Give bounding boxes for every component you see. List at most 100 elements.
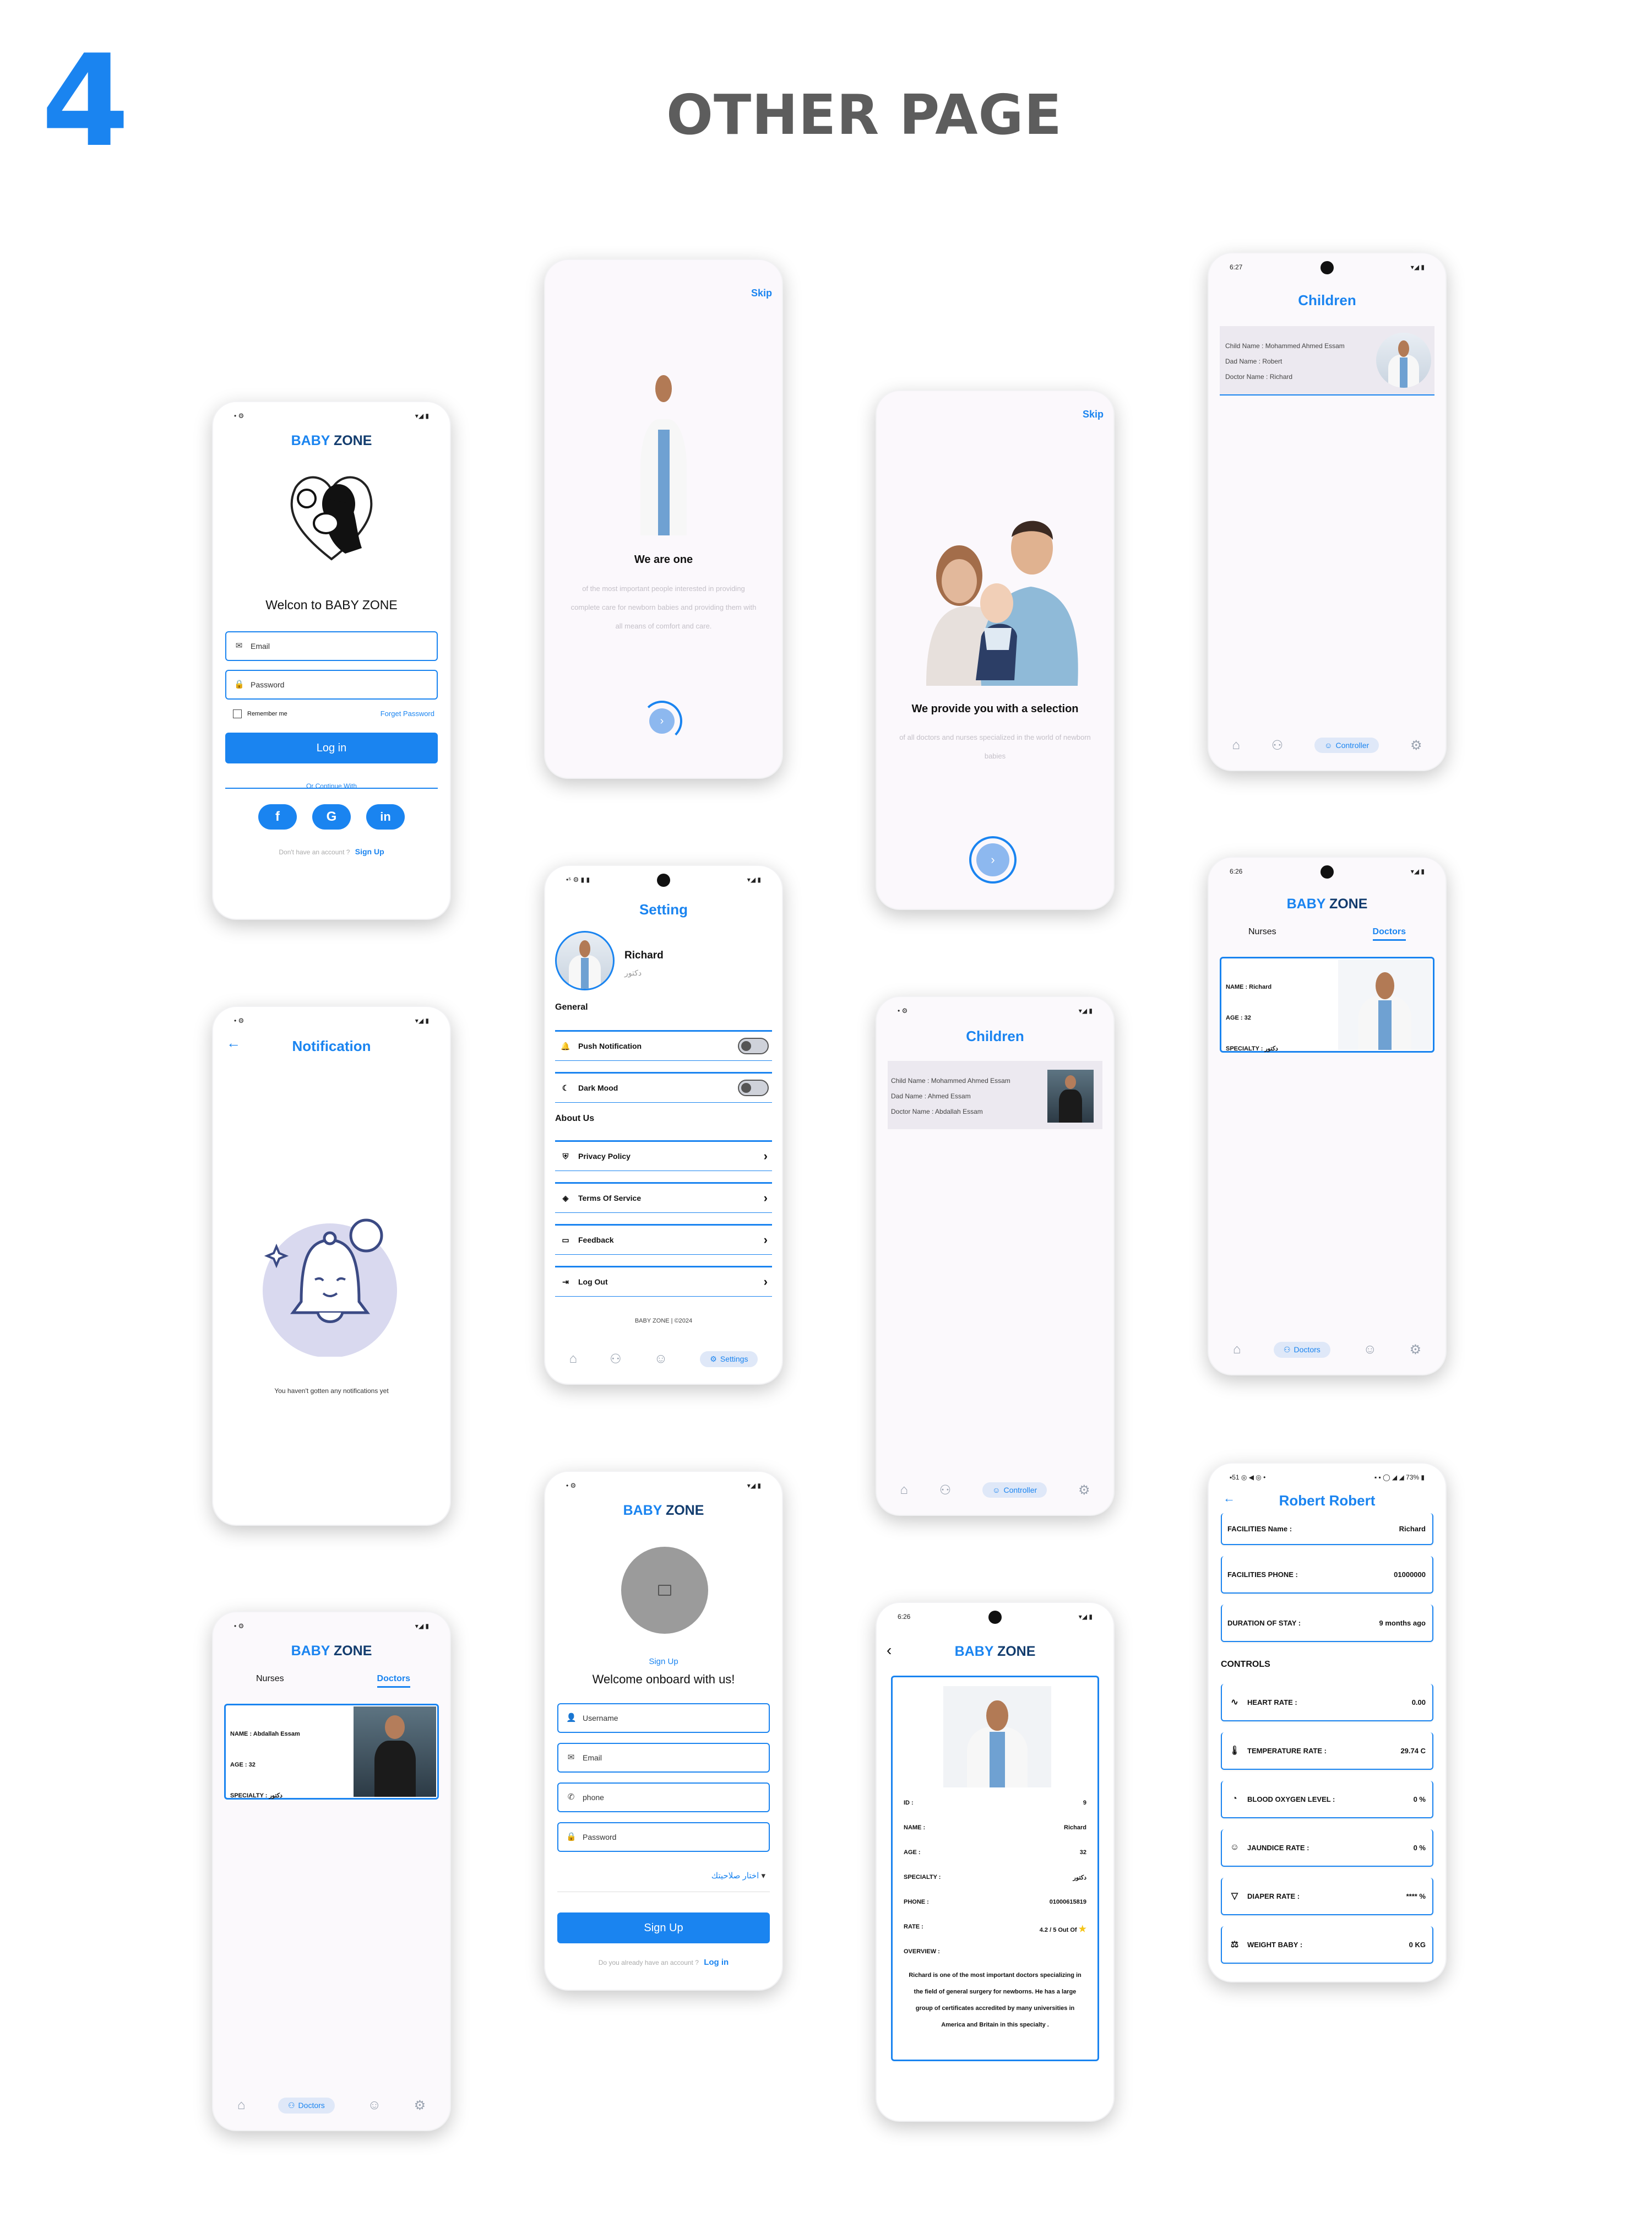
duration-row: DURATION OF STAY :9 months ago: [1221, 1605, 1433, 1642]
linkedin-icon[interactable]: in: [366, 804, 405, 830]
next-button[interactable]: ›: [969, 836, 1017, 884]
home-icon[interactable]: ⌂: [237, 2098, 246, 2113]
baby-icon[interactable]: ☺: [1363, 1342, 1377, 1357]
bottom-nav: ⌂ ⚇ Doctors ☺ ⚙: [221, 2092, 442, 2119]
push-notification-row[interactable]: 🔔 Push Notification: [555, 1030, 772, 1061]
logout-row[interactable]: ⇥ Log Out ›: [555, 1266, 772, 1297]
password-field[interactable]: 🔒 Password: [225, 670, 438, 700]
rate-value: 4.2 / 5 Out Of: [1039, 1927, 1077, 1933]
doctor-avatar: [1376, 333, 1431, 388]
signup-button[interactable]: Sign Up: [557, 1912, 770, 1943]
bottom-nav: ⌂ ⚇ ☺ Controller ⚙: [1216, 732, 1438, 759]
bottom-nav: ⌂ ⚇ ☺ ⚙ Settings: [553, 1345, 774, 1373]
weight-row: ⚖ WEIGHT BABY :0 KG: [1221, 1926, 1433, 1964]
child-name: Child Name : Mohammed Ahmed Essam: [1225, 342, 1345, 350]
people-icon[interactable]: ⚇: [610, 1351, 622, 1367]
username-field[interactable]: 👤 Username: [557, 1703, 770, 1733]
role-select[interactable]: اختار صلاحيتك ▾: [711, 1871, 765, 1881]
specialty-label: SPECIALTY :: [904, 1874, 941, 1881]
gear-icon[interactable]: ⚙: [1410, 738, 1422, 754]
login-button[interactable]: Log in: [225, 733, 438, 763]
email-field[interactable]: ✉ Email: [225, 631, 438, 661]
home-icon[interactable]: ⌂: [1232, 738, 1240, 753]
baby-icon[interactable]: ☺: [654, 1351, 668, 1367]
home-icon[interactable]: ⌂: [900, 1482, 908, 1498]
empty-notifications-text: You haven't gotten any notifications yet: [274, 1387, 389, 1395]
rate-label: RATE :: [904, 1924, 923, 1930]
tab-settings[interactable]: ⚙ Settings: [700, 1351, 758, 1367]
age-value: 32: [1079, 1849, 1086, 1856]
doctor-avatar: [1047, 1070, 1094, 1123]
dad-name: Dad Name : Robert: [1225, 357, 1283, 365]
gear-icon[interactable]: ⚙: [414, 2098, 426, 2114]
name-label: NAME :: [904, 1824, 926, 1831]
skip-link[interactable]: Skip: [1083, 409, 1104, 420]
privacy-policy-row[interactable]: ⛨ Privacy Policy ›: [555, 1140, 772, 1171]
profile-name: Richard: [624, 950, 664, 961]
brand-logo: BABY ZONE: [623, 1503, 704, 1518]
avatar-placeholder[interactable]: [621, 1547, 708, 1634]
login-screen: • ⚙ ▾◢ ▮ BABY ZONE Welcon to BABY ZONE ✉ E…: [212, 401, 451, 920]
tab-doctors-nav[interactable]: ⚇ Doctors: [278, 2097, 335, 2114]
child-card[interactable]: Child Name : Mohammed Ahmed Essam Dad Na…: [888, 1061, 1102, 1129]
onboard-text: of the most important people interested …: [570, 584, 757, 630]
age-label: AGE :: [904, 1849, 921, 1856]
sign-up-link[interactable]: Sign Up: [355, 847, 384, 856]
moon-icon: ☾: [562, 1083, 569, 1092]
push-toggle[interactable]: [738, 1038, 769, 1054]
mother-baby-illustration: [290, 476, 373, 561]
children-screen-2: • ⚙ ▾◢ ▮ Children Child Name : Mohammed A…: [876, 996, 1115, 1516]
forget-password-link[interactable]: Forget Password: [381, 709, 434, 718]
phone-label: PHONE :: [904, 1899, 929, 1905]
next-button[interactable]: ›: [642, 701, 682, 741]
tab-doctors[interactable]: Doctors: [377, 1674, 410, 1688]
tab-doctors[interactable]: Doctors: [1372, 927, 1406, 941]
tab-nurses[interactable]: Nurses: [1248, 927, 1276, 937]
feedback-row[interactable]: ▭ Feedback ›: [555, 1224, 772, 1255]
onboard-text: of all doctors and nurses specialized in…: [899, 733, 1091, 760]
home-icon[interactable]: ⌂: [569, 1351, 578, 1367]
status-bar: • ⚙ ▾◢ ▮: [234, 412, 429, 420]
dad-name: Dad Name : Ahmed Essam: [891, 1092, 971, 1100]
login-link[interactable]: Log in: [704, 1958, 729, 1967]
child-card[interactable]: Child Name : Mohammed Ahmed Essam Dad Na…: [1220, 326, 1434, 395]
tab-controller[interactable]: ☺ Controller: [982, 1482, 1047, 1498]
tab-doctors-nav[interactable]: ⚇ Doctors: [1273, 1341, 1330, 1358]
shield-icon: ⛨: [562, 1151, 569, 1161]
email-field[interactable]: ✉ Email: [557, 1743, 770, 1773]
welcome-text: Welcon to BABY ZONE: [265, 598, 398, 612]
gear-icon[interactable]: ⚙: [1410, 1342, 1422, 1358]
gear-icon[interactable]: ⚙: [1078, 1482, 1090, 1498]
dark-mood-row[interactable]: ☾ Dark Mood: [555, 1072, 772, 1103]
user-icon: 👤: [566, 1713, 577, 1722]
terms-row[interactable]: ◈ Terms Of Service ›: [555, 1182, 772, 1213]
baby-icon[interactable]: ☺: [367, 2098, 381, 2113]
dark-toggle[interactable]: [738, 1080, 769, 1096]
sign-up-label: Sign Up: [649, 1657, 678, 1666]
bottom-nav: ⌂ ⚇ ☺ Controller ⚙: [884, 1476, 1106, 1504]
tab-nurses[interactable]: Nurses: [256, 1674, 284, 1684]
phone-icon: ✆: [567, 1792, 575, 1802]
doctor-card[interactable]: NAME : Abdallah Essam AGE : 32 SPECIALTY…: [224, 1704, 439, 1800]
phone-field[interactable]: ✆ phone: [557, 1782, 770, 1812]
doctor-detail-screen: 6:26 ▾◢ ▮ ‹ BABY ZONE ID :9 NAME : Richard…: [876, 1602, 1115, 2122]
remember-label: Remember me: [247, 711, 287, 717]
no-account-text: Don't have an account ?: [279, 848, 350, 856]
onboard-title: We provide you with a selection: [911, 703, 1079, 715]
brand-logo: BABY ZONE: [291, 1643, 372, 1659]
facilities-phone-row: FACILITIES PHONE :01000000: [1221, 1556, 1433, 1594]
doctor-specialty: SPECIALTY : دكتور: [230, 1792, 282, 1799]
remember-checkbox[interactable]: [233, 709, 242, 718]
home-icon[interactable]: ⌂: [1233, 1342, 1241, 1357]
people-icon[interactable]: ⚇: [939, 1482, 952, 1498]
password-field[interactable]: 🔒 Password: [557, 1822, 770, 1852]
google-icon[interactable]: G: [312, 804, 351, 830]
settings-title: Setting: [639, 901, 688, 918]
specialty-value: دكتور: [1073, 1874, 1086, 1881]
tab-controller[interactable]: ☺ Controller: [1314, 738, 1379, 753]
facebook-icon[interactable]: f: [258, 804, 297, 830]
tag-icon: ◈: [562, 1193, 569, 1202]
doctor-card[interactable]: NAME : Richard AGE : 32 SPECIALTY : دكتو…: [1220, 957, 1434, 1053]
people-icon[interactable]: ⚇: [1271, 738, 1284, 754]
skip-link[interactable]: Skip: [751, 288, 772, 299]
